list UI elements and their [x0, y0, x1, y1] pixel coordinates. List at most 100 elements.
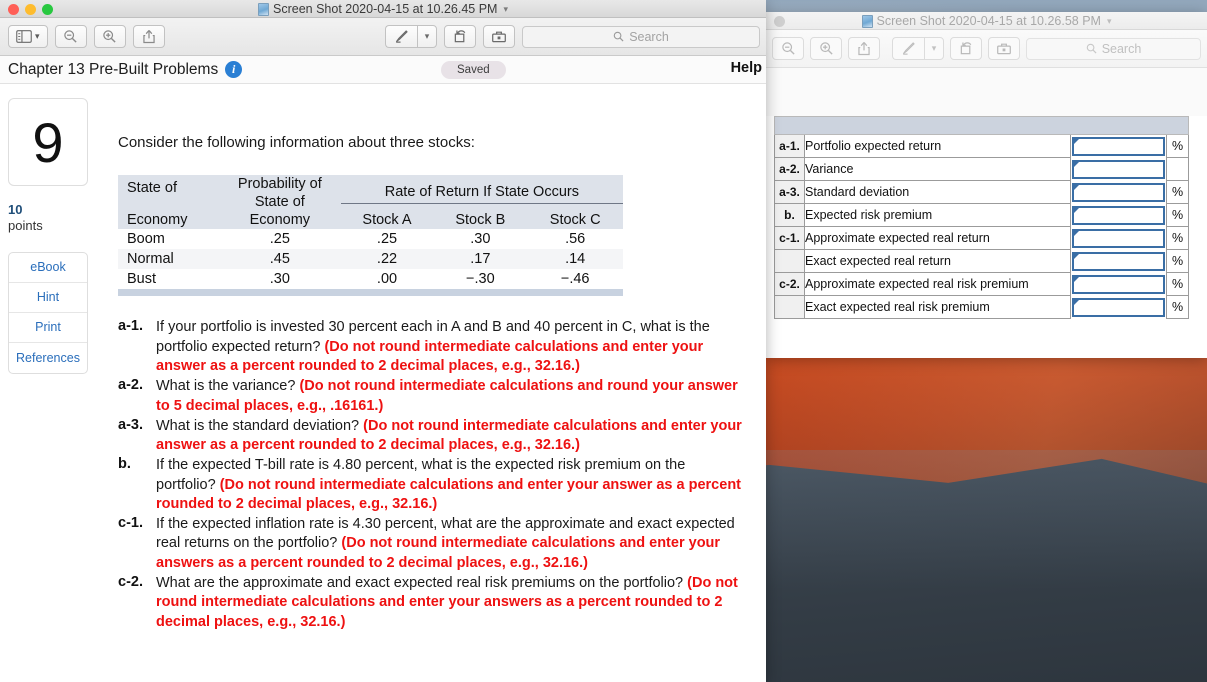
col-header-stock-c: Stock C	[527, 207, 623, 230]
answer-unit-label: %	[1166, 272, 1189, 296]
answer-table-header-band	[774, 116, 1189, 135]
rotate-button[interactable]	[444, 25, 476, 48]
question-content: Consider the following information about…	[100, 84, 766, 682]
search-field-left[interactable]: Search	[522, 25, 760, 48]
cell-probability: .25	[269, 231, 290, 248]
table-row: Bust .30 .00 −.30 −.46	[118, 269, 623, 289]
zoom-in-button[interactable]	[810, 37, 842, 60]
sidebar-button-hint[interactable]: Hint	[9, 283, 87, 313]
chevron-down-icon[interactable]: ▾	[1107, 16, 1112, 27]
help-link[interactable]: Help	[731, 60, 762, 76]
zoom-out-button[interactable]	[772, 37, 804, 60]
markup-toolbox-icon	[997, 43, 1011, 55]
preview-page-gap	[766, 68, 1207, 116]
share-button[interactable]	[848, 37, 880, 60]
sidebar-toggle-button[interactable]: ▾	[8, 25, 48, 48]
markup-options-button[interactable]: ▾	[924, 37, 944, 60]
search-placeholder-right: Search	[1101, 41, 1142, 56]
markup-pen-icon	[395, 30, 408, 43]
answer-input-cell	[1071, 204, 1167, 227]
chevron-down-icon[interactable]: ▾	[503, 4, 508, 15]
cell-stock-a: .00	[376, 271, 398, 288]
answer-input[interactable]	[1072, 274, 1165, 294]
span-header-cell: Rate of Return If State Occurs	[340, 175, 623, 208]
toolbar-left[interactable]: ▾ ▾ Search	[0, 18, 766, 56]
screen: Screen Shot 2020-04-15 at 10.26.58 PM ▾	[0, 0, 1207, 682]
markup-toolbox-button[interactable]	[988, 37, 1020, 60]
answer-row-key: c-2.	[774, 272, 805, 296]
share-icon	[142, 30, 155, 44]
answer-input-cell	[1071, 250, 1167, 273]
preview-window-right[interactable]: Screen Shot 2020-04-15 at 10.26.58 PM ▾	[766, 12, 1207, 358]
sidebar-button-print[interactable]: Print	[9, 313, 87, 343]
col-header-stock-a: Stock A	[340, 207, 434, 230]
sidebar-button-references[interactable]: References	[9, 343, 87, 373]
cell-stock-c: .14	[527, 249, 623, 270]
zoom-out-button[interactable]	[54, 25, 87, 48]
markup-button[interactable]	[385, 25, 417, 48]
answer-input[interactable]	[1072, 251, 1165, 271]
answer-row: Exact expected real return%	[774, 249, 1189, 273]
markup-tool-group-right[interactable]: ▾	[892, 37, 944, 60]
answer-row: b. Expected risk premium%	[774, 203, 1189, 227]
answer-sheet-canvas: a-1. Portfolio expected return% a-2. Varian…	[766, 116, 1207, 319]
cell-state: Bust	[127, 271, 157, 288]
cell-state: Normal	[118, 249, 219, 270]
page-title: Chapter 13 Pre-Built Problems	[8, 60, 219, 78]
answer-input[interactable]	[1072, 159, 1165, 179]
window-title-right: Screen Shot 2020-04-15 at 10.26.58 PM ▾	[766, 12, 1207, 30]
answer-input-cell	[1071, 158, 1167, 181]
toolbar-right[interactable]: ▾ Search	[766, 30, 1207, 68]
question-prompt: What is the variance?	[156, 378, 300, 395]
info-icon[interactable]: i	[225, 61, 243, 78]
answer-row: a-2. Variance	[774, 157, 1189, 181]
answer-input[interactable]	[1072, 297, 1165, 317]
sidebar-toggle-icon	[16, 30, 32, 43]
table-row: Normal .45.22.17.14	[118, 249, 623, 270]
span-header-rule	[340, 203, 623, 205]
answer-input[interactable]	[1072, 182, 1165, 202]
answer-row-label: Approximate expected real risk premium	[804, 272, 1071, 296]
answer-unit-label	[1166, 157, 1189, 181]
answer-table-body: a-1. Portfolio expected return% a-2. Varian…	[774, 134, 1189, 319]
markup-options-button[interactable]: ▾	[417, 25, 437, 48]
status-badge: Saved	[441, 61, 506, 79]
question-text: If the expected T-bill rate is 4.80 perc…	[156, 456, 748, 514]
search-icon	[613, 31, 624, 42]
answer-row-label: Exact expected real return	[804, 249, 1071, 273]
window-titlebar-left[interactable]: Screen Shot 2020-04-15 at 10.26.45 PM ▾	[0, 0, 766, 18]
question-key: c-1.	[118, 515, 143, 532]
table-footer-row	[118, 289, 623, 297]
markup-toolbox-button[interactable]	[483, 25, 515, 48]
markup-tool-group-left[interactable]: ▾	[385, 25, 437, 48]
sidebar-button-ebook[interactable]: eBook	[9, 253, 87, 283]
rotate-button[interactable]	[950, 37, 982, 60]
stock-returns-table: State of Economy Probability of State of…	[118, 175, 623, 297]
search-field-right[interactable]: Search	[1026, 37, 1201, 60]
answer-unit-label: %	[1166, 134, 1189, 158]
col-header-state-line2: Economy	[127, 212, 188, 229]
preview-window-left[interactable]: Screen Shot 2020-04-15 at 10.26.45 PM ▾ …	[0, 0, 766, 682]
share-button[interactable]	[132, 25, 165, 48]
window-title-left: Screen Shot 2020-04-15 at 10.26.45 PM ▾	[0, 0, 766, 18]
zoom-in-button[interactable]	[93, 25, 126, 48]
answer-row: a-1. Portfolio expected return%	[774, 134, 1189, 158]
zoom-out-icon	[64, 30, 77, 43]
answer-input[interactable]	[1072, 228, 1165, 248]
answer-unit-label: %	[1166, 295, 1189, 319]
sidebar-button-group[interactable]: eBook Hint Print References	[8, 251, 88, 374]
question-item: a-2. What is the variance? (Do not round …	[118, 377, 748, 416]
zoom-in-icon	[103, 30, 116, 43]
question-key: c-2.	[118, 574, 143, 591]
answer-row-key: a-3.	[774, 180, 805, 204]
col-header-prob-line3: Economy	[249, 212, 311, 229]
window-titlebar-right[interactable]: Screen Shot 2020-04-15 at 10.26.58 PM ▾	[766, 12, 1207, 30]
answer-unit-label: %	[1166, 226, 1189, 250]
cell-stock-b: −.30	[466, 271, 495, 288]
markup-button[interactable]	[892, 37, 924, 60]
answer-row: c-1. Approximate expected real return%	[774, 226, 1189, 250]
chevron-down-icon: ▾	[35, 31, 40, 41]
question-text: What are the approximate and exact expec…	[156, 574, 748, 632]
answer-input[interactable]	[1072, 136, 1165, 156]
answer-input[interactable]	[1072, 205, 1165, 225]
